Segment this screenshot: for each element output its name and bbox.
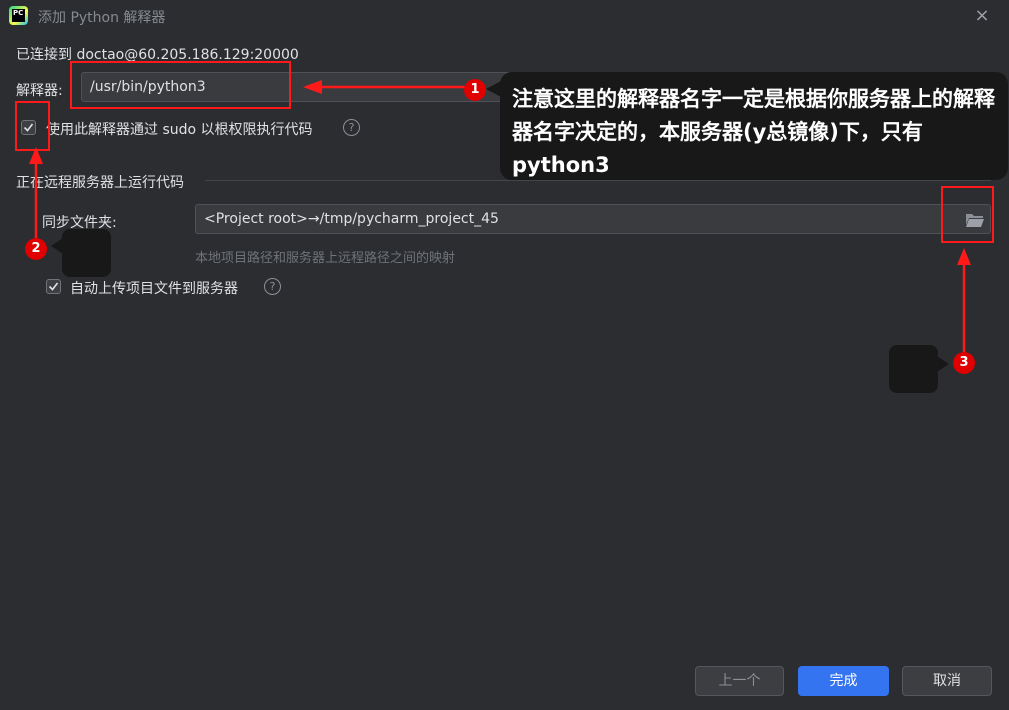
mini-bubble-3	[889, 345, 938, 393]
mini-bubble-tail	[937, 356, 949, 372]
annotation-arrowhead-3	[957, 248, 971, 265]
annotation-badge-1: 1	[464, 79, 486, 101]
annotation-arrowhead-1	[303, 80, 322, 94]
annotation-badge-3: 3	[953, 352, 975, 374]
mini-bubble-2	[62, 229, 111, 277]
annotation-arrowhead-2	[29, 147, 43, 164]
note-bubble-tail	[486, 81, 501, 97]
annotation-badge-2: 2	[25, 238, 47, 260]
annotation-note: 注意这里的解释器名字一定是根据你服务器上的解释器名字决定的，本服务器(y总镜像)…	[500, 72, 1008, 180]
